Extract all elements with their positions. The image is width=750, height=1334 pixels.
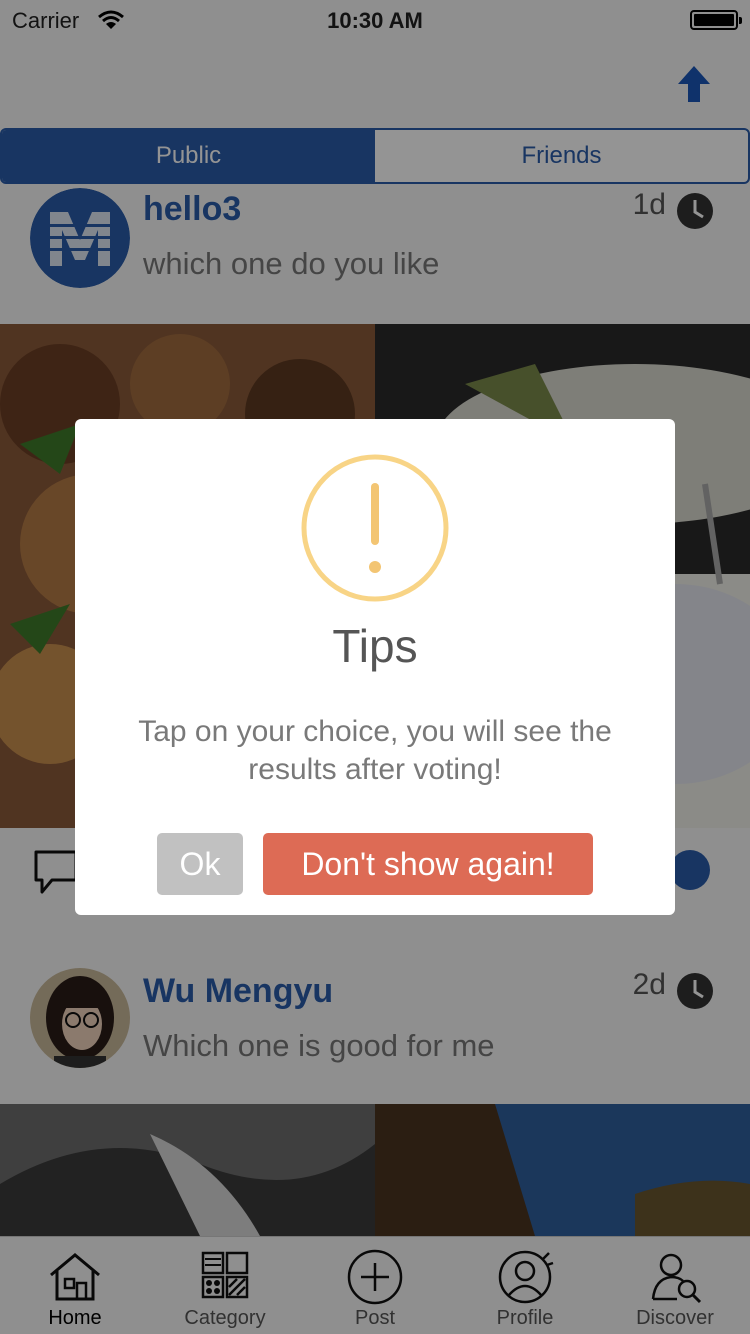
ok-button[interactable]: Ok <box>157 833 243 895</box>
dont-show-again-button[interactable]: Don't show again! <box>263 833 593 895</box>
tips-dialog: Tips Tap on your choice, you will see th… <box>75 419 675 915</box>
warning-icon <box>301 454 449 602</box>
dialog-message: Tap on your choice, you will see the res… <box>138 715 612 786</box>
dialog-title: Tips <box>332 620 418 672</box>
